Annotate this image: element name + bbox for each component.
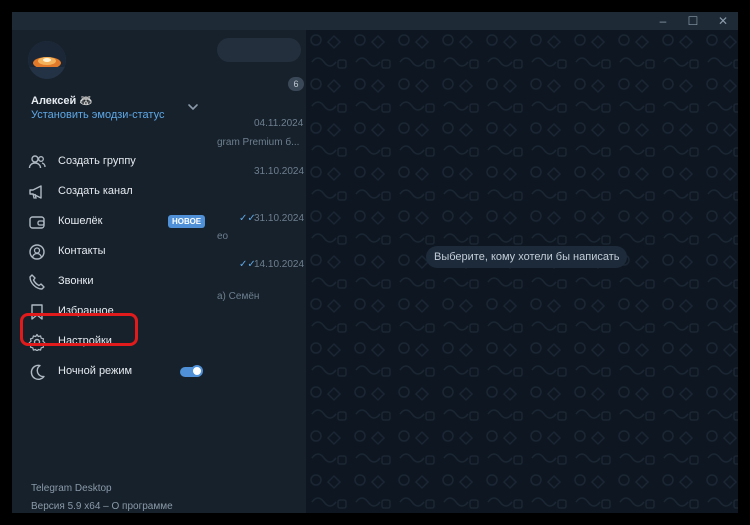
- chat-date: 31.10.2024: [254, 166, 305, 177]
- night-mode-toggle[interactable]: [180, 365, 203, 377]
- maximize-button[interactable]: ☐: [678, 12, 708, 30]
- chat-preview: gram Premium б...: [217, 137, 300, 148]
- menu-label: Контакты: [58, 245, 106, 257]
- chevron-down-icon[interactable]: [186, 100, 200, 114]
- chat-date: 31.10.2024: [254, 213, 305, 224]
- menu-item-create-group[interactable]: Создать группу: [12, 147, 217, 177]
- close-button[interactable]: ✕: [708, 12, 738, 30]
- select-chat-hint: Выберите, кому хотели бы написать: [426, 246, 628, 268]
- search-field[interactable]: [217, 38, 301, 62]
- megaphone-icon: [29, 185, 42, 199]
- user-name: Алексей 🦝: [31, 95, 94, 107]
- menu-item-contacts[interactable]: Контакты: [12, 237, 217, 267]
- menu-label: Звонки: [58, 275, 94, 287]
- menu-label: Создать группу: [58, 155, 136, 167]
- menu-item-wallet[interactable]: Кошелёк НОВОЕ: [12, 207, 217, 237]
- chat-preview: eo: [217, 231, 229, 242]
- new-badge: НОВОЕ: [168, 215, 206, 228]
- unread-badge: 6: [288, 77, 304, 91]
- users-icon: [28, 155, 46, 169]
- menu-item-night-mode[interactable]: Ночной режим: [12, 357, 217, 387]
- chat-date: 04.11.2024: [254, 118, 304, 129]
- contact-icon: [29, 244, 45, 260]
- side-menu-drawer: Алексей 🦝 Установить эмодзи-статус Созда…: [12, 30, 217, 513]
- set-emoji-status-link[interactable]: Установить эмодзи-статус: [31, 109, 164, 121]
- wallet-icon: [29, 216, 45, 229]
- chat-area: [306, 30, 738, 513]
- telegram-window: – ☐ ✕ Выберите, кому хотели бы написать …: [12, 12, 738, 513]
- chat-background-pattern: [306, 30, 738, 513]
- chat-list: 6 04.11.2024 gram Premium б... 31.10.202…: [217, 30, 306, 513]
- menu-label: Создать канал: [58, 185, 133, 197]
- chat-preview: а) Семён: [217, 291, 260, 302]
- menu-item-create-channel[interactable]: Создать канал: [12, 177, 217, 207]
- avatar[interactable]: [28, 41, 66, 79]
- menu-item-calls[interactable]: Звонки: [12, 267, 217, 297]
- menu-label: Ночной режим: [58, 365, 133, 377]
- minimize-button[interactable]: –: [648, 12, 678, 30]
- phone-icon: [29, 274, 45, 290]
- moon-icon: [30, 364, 45, 381]
- title-bar: – ☐ ✕: [12, 12, 738, 30]
- chat-date: 14.10.2024: [254, 259, 305, 270]
- menu-label: Кошелёк: [58, 215, 103, 227]
- app-name: Telegram Desktop: [31, 483, 112, 494]
- toggle-knob: [191, 365, 203, 377]
- version-about-link[interactable]: Версия 5.9 x64 – О программе: [31, 501, 173, 512]
- settings-highlight-annotation: [20, 313, 138, 346]
